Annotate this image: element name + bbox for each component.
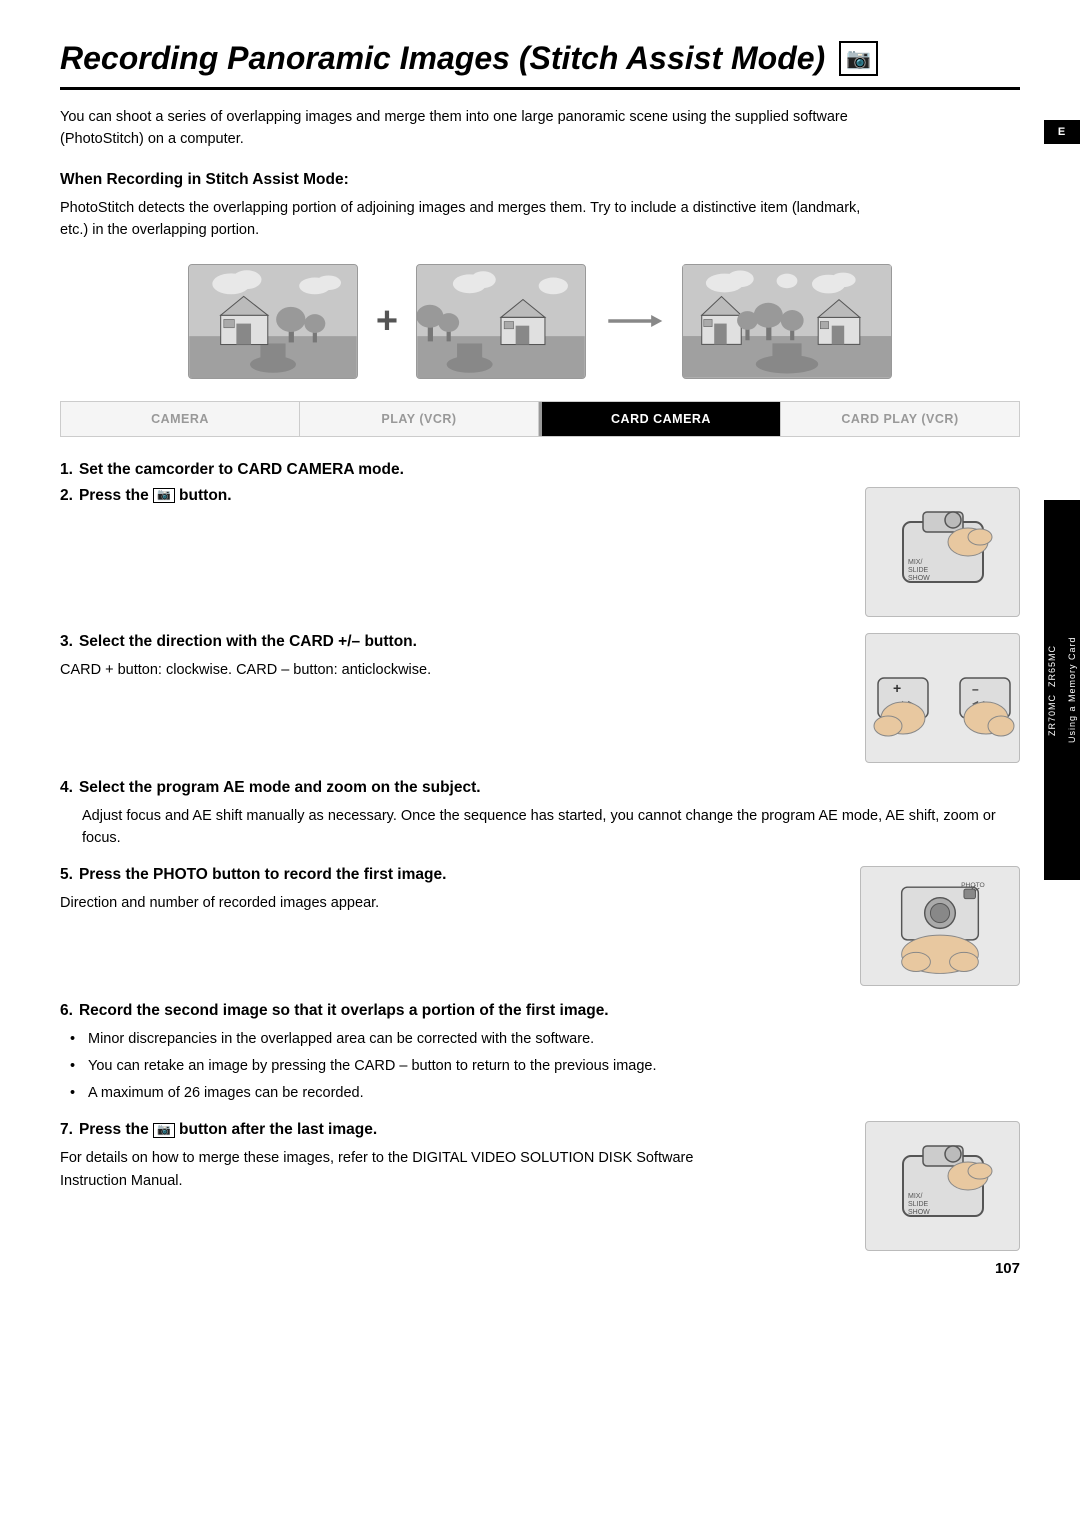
- step-2-number: 2.: [60, 487, 73, 505]
- arrow-svg: [604, 306, 664, 336]
- step-7-number: 7.: [60, 1121, 73, 1139]
- step-3-wrapper: 3. Select the direction with the CARD +/…: [60, 633, 1020, 763]
- step-7-text: Press the 📷 button after the last image.: [79, 1121, 377, 1139]
- step-4: 4. Select the program AE mode and zoom o…: [60, 779, 880, 797]
- arrow-symbol: [604, 306, 664, 336]
- step-3-svg: + ▶▶ – ◀◀: [868, 638, 1018, 758]
- tab-card-play-vcr[interactable]: CARD PLAY (VCR): [781, 402, 1019, 436]
- title-icon: 📷: [839, 41, 878, 76]
- page-number: 107: [995, 1260, 1020, 1277]
- scene-svg-2: [417, 265, 585, 378]
- step-1-number: 1.: [60, 461, 73, 479]
- step-5-svg: PHOTO: [865, 868, 1015, 983]
- side-tab-e: E: [1044, 120, 1080, 144]
- step-2-wrapper: 2. Press the 📷 button. MIX/ SLIDE SHOW: [60, 487, 1020, 617]
- step-3-content: 3. Select the direction with the CARD +/…: [60, 633, 700, 681]
- bullet-1: Minor discrepancies in the overlapped ar…: [70, 1028, 1020, 1051]
- plus-symbol: +: [376, 300, 398, 343]
- section1-heading: When Recording in Stitch Assist Mode:: [60, 171, 1020, 189]
- step-7-svg: MIX/ SLIDE SHOW: [873, 1126, 1013, 1246]
- side-tab-label: E: [1058, 126, 1066, 138]
- scene-svg-1: [189, 265, 357, 378]
- intro-paragraph: You can shoot a series of overlapping im…: [60, 106, 880, 151]
- side-label-text: ZR70MC ZR65MCUsing a Memory Card: [1047, 637, 1077, 744]
- step-2-text: Press the 📷 button.: [79, 487, 232, 505]
- svg-text:MIX/: MIX/: [908, 559, 922, 566]
- svg-text:SLIDE: SLIDE: [908, 1201, 929, 1208]
- pano-image-1: [188, 264, 358, 379]
- step-3-body: CARD + button: clockwise. CARD – button:…: [60, 659, 700, 681]
- step-4-number: 4.: [60, 779, 73, 797]
- step-5-number: 5.: [60, 866, 73, 884]
- step-3-image: + ▶▶ – ◀◀: [865, 633, 1020, 763]
- scene-svg-3: [683, 265, 891, 378]
- step-3-text: Select the direction with the CARD +/– b…: [79, 633, 417, 651]
- section1-body: PhotoStitch detects the overlapping port…: [60, 197, 880, 242]
- tab-play-vcr[interactable]: PLAY (VCR): [300, 402, 539, 436]
- page-title: Recording Panoramic Images (Stitch Assis…: [60, 40, 1020, 90]
- pano-image-2: [416, 264, 586, 379]
- step-5: 5. Press the PHOTO button to record the …: [60, 866, 700, 884]
- step-5-body: Direction and number of recorded images …: [60, 892, 700, 914]
- mode-tabs: CAMERA PLAY (VCR) CARD CAMERA CARD PLAY …: [60, 401, 1020, 437]
- step-7-body: For details on how to merge these images…: [60, 1147, 700, 1192]
- step-6-text: Record the second image so that it overl…: [79, 1002, 609, 1020]
- step-5-wrapper: 5. Press the PHOTO button to record the …: [60, 866, 1020, 986]
- step-2-content: 2. Press the 📷 button.: [60, 487, 700, 513]
- step-7-wrapper: 7. Press the 📷 button after the last ima…: [60, 1121, 1020, 1251]
- step-6: 6. Record the second image so that it ov…: [60, 1002, 880, 1020]
- side-label-wrapper: ZR70MC ZR65MCUsing a Memory Card: [1044, 500, 1080, 880]
- svg-text:+: +: [893, 680, 901, 696]
- svg-text:–: –: [972, 682, 979, 696]
- svg-text:SLIDE: SLIDE: [908, 567, 929, 574]
- step-5-content: 5. Press the PHOTO button to record the …: [60, 866, 700, 914]
- step-1: 1. Set the camcorder to CARD CAMERA mode…: [60, 461, 880, 479]
- tab-card-camera[interactable]: CARD CAMERA: [542, 402, 781, 436]
- page-wrapper: E ZR70MC ZR65MCUsing a Memory Card Recor…: [0, 0, 1080, 1307]
- step-3-number: 3.: [60, 633, 73, 651]
- svg-text:MIX/: MIX/: [908, 1193, 922, 1200]
- step-1-text: Set the camcorder to CARD CAMERA mode.: [79, 461, 404, 479]
- svg-text:SHOW: SHOW: [908, 1209, 930, 1216]
- side-label-bar: ZR70MC ZR65MCUsing a Memory Card: [1044, 500, 1080, 880]
- step-5-text: Press the PHOTO button to record the fir…: [79, 866, 446, 884]
- step-2-svg: MIX/ SLIDE SHOW: [873, 492, 1013, 612]
- tab-camera[interactable]: CAMERA: [61, 402, 300, 436]
- bullet-2: You can retake an image by pressing the …: [70, 1055, 1020, 1078]
- button-icon-7: 📷: [153, 1123, 175, 1138]
- step-5-image: PHOTO: [860, 866, 1020, 986]
- step-3: 3. Select the direction with the CARD +/…: [60, 633, 700, 651]
- step-6-number: 6.: [60, 1002, 73, 1020]
- panoramic-illustration: +: [60, 264, 1020, 379]
- button-icon-2: 📷: [153, 488, 175, 503]
- step-4-text: Select the program AE mode and zoom on t…: [79, 779, 481, 797]
- step-7: 7. Press the 📷 button after the last ima…: [60, 1121, 700, 1139]
- step-7-content: 7. Press the 📷 button after the last ima…: [60, 1121, 700, 1192]
- step-2: 2. Press the 📷 button.: [60, 487, 700, 505]
- step-6-bullets: Minor discrepancies in the overlapped ar…: [60, 1028, 1020, 1106]
- bullet-3: A maximum of 26 images can be recorded.: [70, 1082, 1020, 1105]
- title-text: Recording Panoramic Images (Stitch Assis…: [60, 40, 825, 77]
- step-7-image: MIX/ SLIDE SHOW: [865, 1121, 1020, 1251]
- step-2-image: MIX/ SLIDE SHOW: [865, 487, 1020, 617]
- svg-text:SHOW: SHOW: [908, 575, 930, 582]
- pano-image-merged: [682, 264, 892, 379]
- step-4-body: Adjust focus and AE shift manually as ne…: [60, 805, 1020, 850]
